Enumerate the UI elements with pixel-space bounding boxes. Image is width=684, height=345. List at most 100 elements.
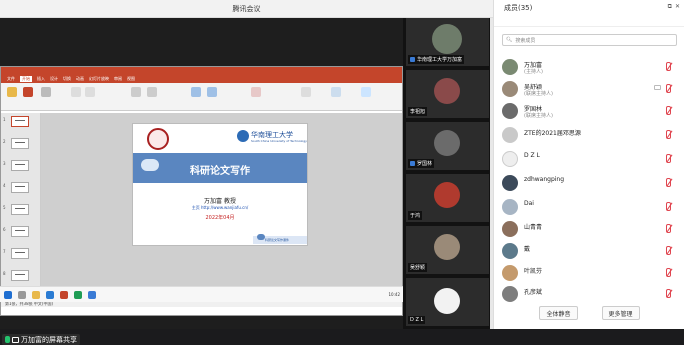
title-bar: 腾讯会议 (0, 0, 493, 18)
participant-avatar (432, 24, 462, 54)
tencent-meeting-icon[interactable] (88, 290, 96, 299)
mic-muted-icon[interactable] (666, 224, 671, 233)
mic-muted-icon[interactable] (666, 84, 671, 93)
member-search-input[interactable]: 🔍︎ 搜索成员 (502, 34, 677, 46)
quick-styles-icon[interactable] (251, 87, 261, 97)
participant-avatar (434, 182, 460, 208)
member-row[interactable]: 孔彦斌 (494, 283, 684, 305)
member-row[interactable]: Dai (494, 196, 684, 218)
microphone-icon (5, 336, 10, 343)
taskbar-clock: 10:42 (388, 292, 400, 297)
member-row[interactable]: 吴舒颖 (联席主持人) (494, 78, 684, 100)
video-tile[interactable]: 华南理工大学万加富 (406, 18, 489, 66)
slide-thumbnail[interactable] (11, 248, 29, 259)
popout-icon[interactable]: ⧉ (668, 3, 672, 11)
mute-all-button[interactable]: 全体静音 (539, 306, 578, 320)
powerpoint-icon[interactable] (60, 290, 68, 299)
video-tile[interactable]: D Z L (406, 278, 489, 326)
edge-icon[interactable] (46, 290, 54, 299)
divider (494, 26, 684, 27)
search-icon[interactable] (18, 290, 26, 299)
slide-thumbnail[interactable] (11, 138, 29, 149)
find-icon[interactable] (301, 87, 311, 97)
video-tile[interactable]: 罗国林 (406, 122, 489, 170)
mic-muted-icon[interactable] (666, 246, 671, 255)
dictate-icon[interactable] (361, 87, 371, 97)
cohost-icon (410, 161, 415, 166)
replace-icon[interactable] (331, 87, 341, 97)
ppt-ribbon (1, 83, 402, 111)
university-name-en: South China University of Technology (251, 139, 307, 143)
paragraph-icon[interactable] (131, 87, 141, 97)
align-icon[interactable] (147, 87, 157, 97)
slide-thumbnail[interactable] (11, 182, 29, 193)
ppt-menu-design[interactable]: 设计 (50, 76, 58, 82)
thumb-number: 7 (3, 249, 6, 254)
slide-date: 2022年04月 (205, 215, 235, 221)
shapes-icon[interactable] (191, 87, 201, 97)
ppt-menu-transitions[interactable]: 切换 (63, 76, 71, 82)
ppt-menu-insert[interactable]: 插入 (37, 76, 45, 82)
layout-icon[interactable] (41, 87, 51, 97)
avatar (502, 81, 518, 97)
screen-share-area: 文件 开始 插入 设计 切换 动画 幻灯片放映 审阅 视图 1 2 3 4 5 … (0, 18, 403, 345)
video-tile[interactable]: 于鸿 (406, 174, 489, 222)
paste-icon[interactable] (7, 87, 17, 97)
video-tile[interactable]: 吴舒颖 (406, 226, 489, 274)
start-icon[interactable] (4, 290, 12, 299)
close-icon[interactable]: ✕ (675, 3, 680, 11)
video-tile[interactable]: 李祖旭 (406, 70, 489, 118)
mic-muted-icon[interactable] (666, 178, 671, 187)
mic-muted-icon[interactable] (666, 62, 671, 71)
video-name-tag: 华南理工大学万加富 (408, 55, 465, 64)
video-name-tag: D Z L (408, 316, 426, 324)
arrange-icon[interactable] (207, 87, 217, 97)
member-row[interactable]: zdhwangping (494, 172, 684, 194)
slide-canvas[interactable]: 华南理工大学 South China University of Technol… (41, 113, 402, 299)
avatar (502, 243, 518, 259)
slide-thumbnail[interactable] (11, 270, 29, 281)
member-row[interactable]: 叶凯芬 (494, 262, 684, 284)
windows-taskbar: 10:42 (0, 286, 403, 302)
member-row[interactable]: ZTE的2021届邓思源 (494, 124, 684, 146)
ppt-menu-view[interactable]: 视图 (127, 76, 135, 82)
mic-muted-icon[interactable] (666, 130, 671, 139)
member-row[interactable]: 戴 (494, 240, 684, 262)
slide-thumbnail[interactable] (11, 116, 29, 127)
mic-muted-icon[interactable] (666, 202, 671, 211)
member-role: (联席主持人) (524, 91, 553, 97)
current-slide[interactable]: 华南理工大学 South China University of Technol… (132, 123, 308, 246)
ppt-menu-animations[interactable]: 动画 (76, 76, 84, 82)
font-size-icon[interactable] (85, 87, 95, 97)
member-name: D Z L (524, 152, 540, 159)
camera-icon[interactable] (654, 85, 661, 90)
slide-thumbnail[interactable] (11, 160, 29, 171)
new-slide-icon[interactable] (23, 87, 33, 97)
ppt-menu-slideshow[interactable]: 幻灯片放映 (89, 76, 109, 82)
mic-muted-icon[interactable] (666, 289, 671, 298)
font-box-icon[interactable] (71, 87, 81, 97)
participant-avatar (434, 234, 460, 260)
ppt-menu-home[interactable]: 开始 (20, 76, 32, 82)
avatar (502, 151, 518, 167)
ppt-menu-file[interactable]: 文件 (7, 76, 15, 82)
member-row[interactable]: 罗国林 (联席主持人) (494, 100, 684, 122)
mic-muted-icon[interactable] (666, 106, 671, 115)
slide-footer-text: 科研论文写作课件 (265, 238, 290, 242)
folder-icon[interactable] (32, 290, 40, 299)
slide-thumbnail[interactable] (11, 226, 29, 237)
more-management-button[interactable]: 更多管理 (601, 306, 640, 320)
wechat-icon[interactable] (74, 290, 82, 299)
mic-muted-icon[interactable] (666, 268, 671, 277)
mic-muted-icon[interactable] (666, 154, 671, 163)
ppt-menu-review[interactable]: 审阅 (114, 76, 122, 82)
member-row[interactable]: D Z L (494, 148, 684, 170)
panel-footer: 全体静音 更多管理 (494, 306, 684, 320)
members-title: 成员(35) (504, 4, 533, 12)
member-name: 孔彦斌 (524, 289, 543, 296)
ppt-title-bar (1, 67, 402, 75)
member-row[interactable]: 万加富 (主持人) (494, 56, 684, 78)
slide-thumbnail[interactable] (11, 204, 29, 215)
video-name-tag: 吴舒颖 (408, 263, 428, 272)
member-row[interactable]: 山青青 (494, 218, 684, 240)
